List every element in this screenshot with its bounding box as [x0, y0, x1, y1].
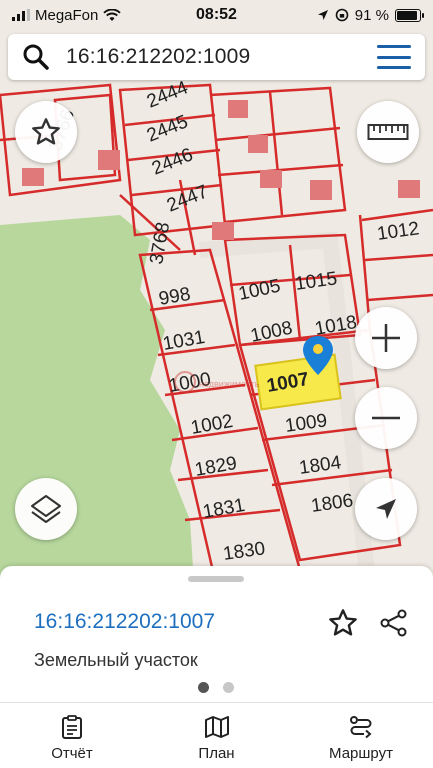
zoom-out-button[interactable]	[355, 387, 417, 449]
layers-button[interactable]	[15, 478, 77, 540]
tab-report-label: Отчёт	[51, 745, 93, 762]
wifi-icon	[103, 8, 122, 21]
parcel-cadastral-number[interactable]: 16:16:212202:1007	[34, 610, 215, 634]
map-icon	[204, 716, 229, 738]
page-dots	[198, 682, 234, 693]
tab-route-label: Маршрут	[329, 745, 393, 762]
battery-icon	[395, 8, 424, 22]
bottom-sheet[interactable]: 16:16:212202:1007 Земельный участок	[0, 566, 433, 702]
status-left: MegaFon	[12, 7, 162, 24]
tab-plan[interactable]: План	[144, 703, 289, 768]
status-right: 91 %	[271, 6, 424, 24]
tab-route[interactable]: Маршрут	[289, 703, 433, 768]
report-icon	[62, 715, 82, 739]
battery-fill	[397, 10, 418, 20]
sheet-grabber[interactable]	[188, 576, 244, 582]
battery-percent: 91 %	[354, 6, 389, 24]
tab-report[interactable]: Отчёт	[0, 703, 144, 768]
tab-plan-label: План	[198, 745, 235, 762]
menu-icon[interactable]	[377, 45, 411, 69]
watermark-text: недвижимость	[199, 379, 260, 389]
minus-icon	[372, 416, 400, 420]
favorite-map-button[interactable]	[15, 101, 77, 163]
location-arrow-icon	[317, 10, 328, 20]
tab-bar: Отчёт План Маршрут	[0, 702, 433, 768]
star-icon	[329, 609, 357, 636]
rotation-lock-icon	[335, 8, 349, 22]
layers-icon	[31, 495, 61, 523]
zoom-in-button[interactable]	[355, 307, 417, 369]
plus-icon	[372, 324, 400, 352]
route-icon	[350, 716, 372, 739]
carrier-name: MegaFon	[35, 6, 99, 24]
search-bar[interactable]: 16:16:212202:1009	[8, 34, 425, 80]
my-location-button[interactable]	[355, 478, 417, 540]
search-input[interactable]: 16:16:212202:1009	[66, 45, 377, 69]
signal-icon	[12, 9, 30, 21]
share-icon	[380, 609, 407, 637]
status-bar: MegaFon 08:52 91 %	[0, 0, 433, 30]
page-dot[interactable]	[223, 682, 234, 693]
search-icon[interactable]	[22, 43, 50, 71]
navigation-arrow-icon	[376, 499, 396, 519]
star-icon	[32, 118, 60, 145]
status-time: 08:52	[196, 6, 237, 23]
page-dot-active[interactable]	[198, 682, 209, 693]
ruler-button[interactable]	[357, 101, 419, 163]
parcel-type: Земельный участок	[34, 650, 198, 670]
ruler-icon	[367, 124, 409, 140]
favorite-button[interactable]	[324, 604, 362, 642]
share-button[interactable]	[375, 604, 413, 642]
